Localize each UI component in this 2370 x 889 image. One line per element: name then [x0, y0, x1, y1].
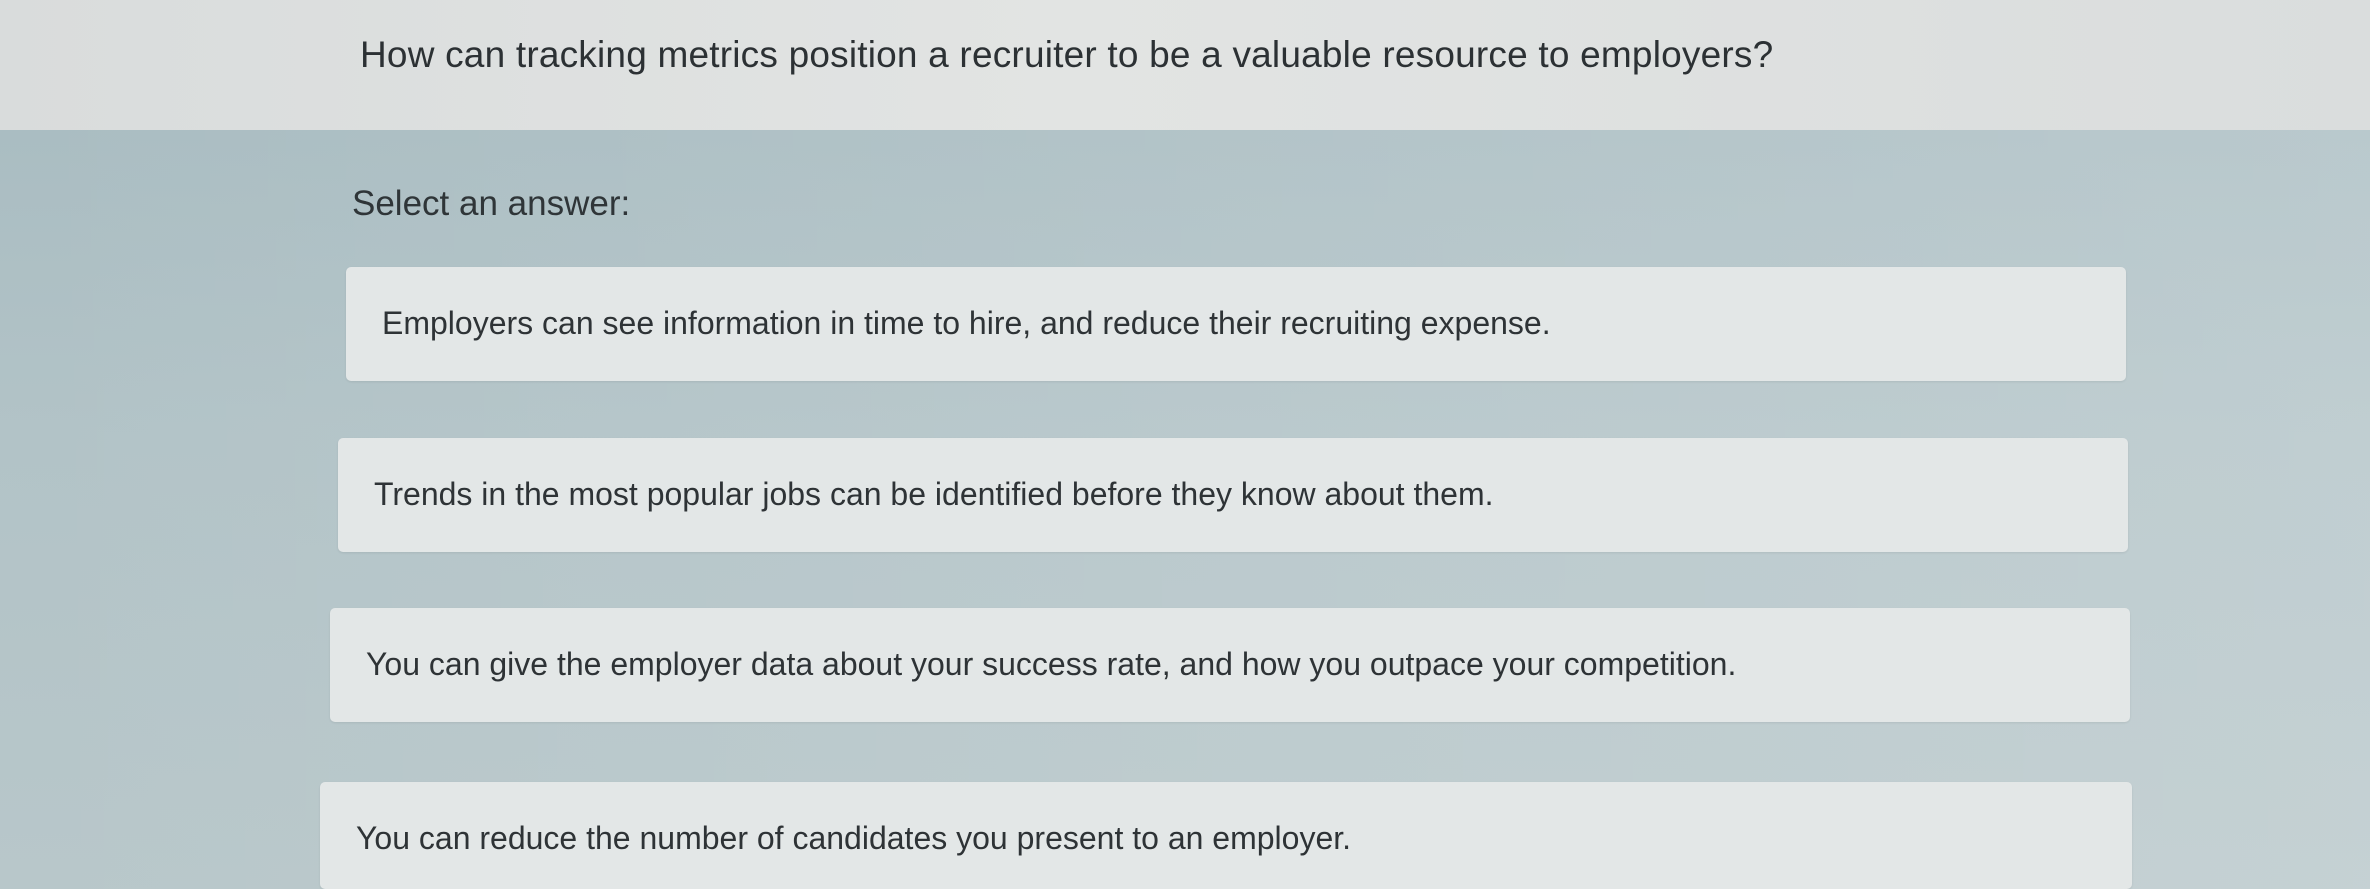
answer-option-label: You can reduce the number of candidates … [356, 820, 1352, 856]
question-text: How can tracking metrics position a recr… [360, 34, 1774, 75]
answer-option-1[interactable]: Employers can see information in time to… [346, 267, 2126, 381]
answer-option-4[interactable]: You can reduce the number of candidates … [320, 782, 2132, 889]
answer-option-label: You can give the employer data about you… [366, 646, 1737, 682]
answer-option-2[interactable]: Trends in the most popular jobs can be i… [338, 438, 2128, 552]
answer-option-label: Employers can see information in time to… [382, 305, 1551, 341]
answer-option-label: Trends in the most popular jobs can be i… [374, 476, 1494, 512]
answer-option-3[interactable]: You can give the employer data about you… [330, 608, 2130, 722]
question-header: How can tracking metrics position a recr… [0, 0, 2370, 130]
select-answer-label: Select an answer: [352, 184, 631, 223]
